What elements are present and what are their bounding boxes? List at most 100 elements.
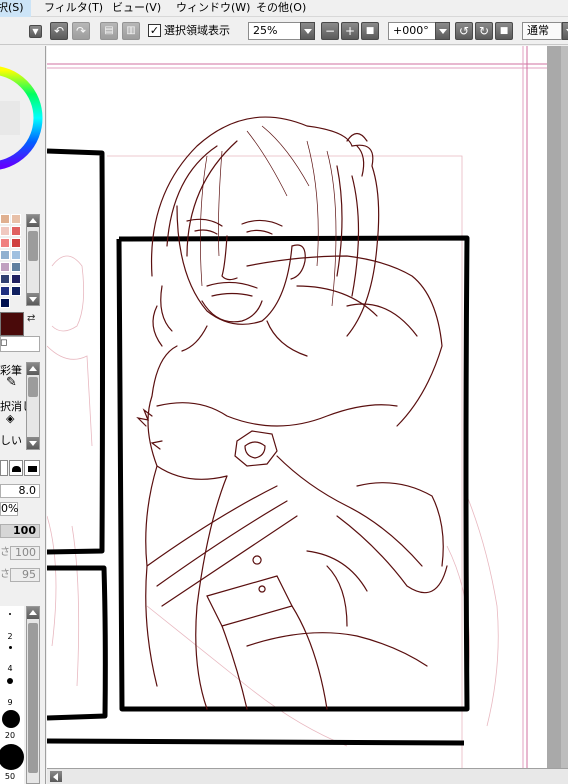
zoom-in-button[interactable]: + <box>341 22 359 40</box>
rotate-right-icon: ↻ <box>478 24 490 38</box>
scroll-left-arrow[interactable] <box>50 771 62 782</box>
color-wheel[interactable] <box>0 46 46 196</box>
size-label: 20 <box>4 731 16 740</box>
reset-icon: ■ <box>499 26 509 36</box>
rotate-reset-button[interactable]: ■ <box>495 22 513 40</box>
menu-others[interactable]: その他(O) <box>256 0 318 17</box>
rotate-left-button[interactable]: ↺ <box>455 22 473 40</box>
min-size-value[interactable]: 0% <box>0 502 18 516</box>
zoom-field[interactable]: 25% <box>248 22 304 40</box>
show-selection-checkbox[interactable]: ✓ <box>148 24 161 37</box>
pen-icon: ✎ <box>6 375 17 390</box>
scroll-thumb[interactable] <box>28 623 38 773</box>
size-dot-icon[interactable] <box>7 678 13 684</box>
hair-detail <box>199 125 337 307</box>
chevron-down-icon: ▼ <box>32 27 39 36</box>
zoom-dropdown-button[interactable] <box>300 22 315 40</box>
color-palette <box>0 214 24 308</box>
panel-borders <box>47 148 470 746</box>
zoom-out-button[interactable]: − <box>321 22 339 40</box>
size-label: 4 <box>7 664 13 673</box>
size-label: 9 <box>7 698 13 707</box>
brush-shape-round[interactable] <box>0 460 8 476</box>
blur-label: さ <box>0 547 10 558</box>
undo-icon: ↶ <box>53 24 65 38</box>
plus-icon: + <box>344 24 356 38</box>
palette-swatch[interactable] <box>0 286 10 296</box>
horizontal-scrollbar[interactable] <box>47 768 568 784</box>
rotate-left-icon: ↺ <box>458 24 470 38</box>
tool-item-line[interactable]: しい <box>0 434 22 447</box>
blur-value[interactable]: 100 <box>10 546 40 560</box>
palette-swatch[interactable] <box>0 262 10 272</box>
menu-view[interactable]: ビュー(V) <box>112 0 172 17</box>
drawing-canvas[interactable] <box>47 46 547 768</box>
gradient-value[interactable]: 95 <box>10 568 40 582</box>
brush-shape-square[interactable] <box>24 460 40 476</box>
brush-size-value[interactable]: 8.0 <box>0 484 40 498</box>
tool-list-scrollbar[interactable] <box>26 362 40 450</box>
rotate-right-button[interactable]: ↻ <box>475 22 493 40</box>
eraser-icon: ◈ <box>6 412 15 425</box>
size-dot-icon[interactable] <box>9 613 11 615</box>
palette-swatch[interactable] <box>11 262 21 272</box>
vertical-scrollbar[interactable] <box>547 46 561 768</box>
size-label: 2 <box>7 632 13 641</box>
menu-select[interactable]: 択(S) <box>0 0 31 17</box>
canvas-artwork <box>47 46 547 768</box>
minus-icon: − <box>324 24 336 38</box>
palette-swatch[interactable] <box>11 286 21 296</box>
scroll-up-arrow[interactable] <box>27 363 39 375</box>
zoom-reset-button[interactable]: ■ <box>361 22 379 40</box>
brush-shape-selector <box>0 460 45 478</box>
palette-swatch[interactable] <box>0 214 10 224</box>
panel-collapse-button[interactable]: ▼ <box>29 25 42 38</box>
redo-button[interactable]: ↷ <box>72 22 90 40</box>
rotation-dropdown-button[interactable] <box>435 22 450 40</box>
palette-swatch[interactable] <box>11 214 21 224</box>
deselect-icon: ▤ <box>104 25 114 36</box>
palette-swatch[interactable] <box>0 226 10 236</box>
menu-filter[interactable]: フィルタ(T) <box>44 0 106 17</box>
palette-swatch[interactable] <box>0 274 10 284</box>
menu-bar: 択(S) フィルタ(T) ビュー(V) ウィンドウ(W) その他(O) <box>0 0 568 17</box>
size-label: 50 <box>4 772 16 781</box>
invert-selection-icon: ▥ <box>126 25 136 36</box>
size-dot-icon[interactable] <box>2 710 20 728</box>
transparent-icon: ◻ <box>0 338 8 348</box>
size-dot-icon[interactable] <box>9 646 12 649</box>
palette-swatch[interactable] <box>11 238 21 248</box>
blend-mode-field[interactable]: 通常 <box>522 22 562 40</box>
reset-icon: ■ <box>365 26 375 36</box>
density-value[interactable]: 100 <box>0 524 40 538</box>
scroll-up-arrow[interactable] <box>27 607 39 619</box>
current-color-swatch[interactable] <box>0 312 24 336</box>
brush-shape-flat[interactable] <box>9 460 23 476</box>
brush-size-list: 2 4 9 20 50 <box>0 606 24 784</box>
scroll-down-arrow[interactable] <box>27 293 39 305</box>
palette-swatch[interactable] <box>0 238 10 248</box>
palette-swatch[interactable] <box>11 274 21 284</box>
size-dot-icon[interactable] <box>0 744 24 770</box>
undo-button[interactable]: ↶ <box>50 22 68 40</box>
invert-selection-button[interactable]: ▥ <box>122 22 140 40</box>
swap-colors-icon[interactable]: ⇄ <box>27 312 35 325</box>
scroll-thumb[interactable] <box>28 377 38 397</box>
scroll-thumb[interactable] <box>28 231 38 261</box>
palette-swatch[interactable] <box>0 298 10 308</box>
show-selection-label: 選択領域表示 <box>164 24 230 37</box>
palette-swatch[interactable] <box>0 250 10 260</box>
deselect-button[interactable]: ▤ <box>100 22 118 40</box>
rotation-field[interactable]: +000° <box>388 22 436 40</box>
canvas-right-scroll-area <box>547 46 568 768</box>
gradient-label: さ <box>0 569 10 580</box>
palette-scrollbar[interactable] <box>26 214 40 306</box>
palette-swatch[interactable] <box>11 226 21 236</box>
size-list-scrollbar[interactable] <box>26 606 40 784</box>
scroll-down-arrow[interactable] <box>27 437 39 449</box>
blend-mode-dropdown-button[interactable] <box>562 22 568 40</box>
menu-window[interactable]: ウィンドウ(W) <box>176 0 252 17</box>
tool-panel: ⇄ ◻ 彩筆 ✎ 択消し ◈ しい 8.0 0% 100 さ 100 さ 95 … <box>0 46 46 784</box>
palette-swatch[interactable] <box>11 250 21 260</box>
scroll-up-arrow[interactable] <box>27 215 39 227</box>
